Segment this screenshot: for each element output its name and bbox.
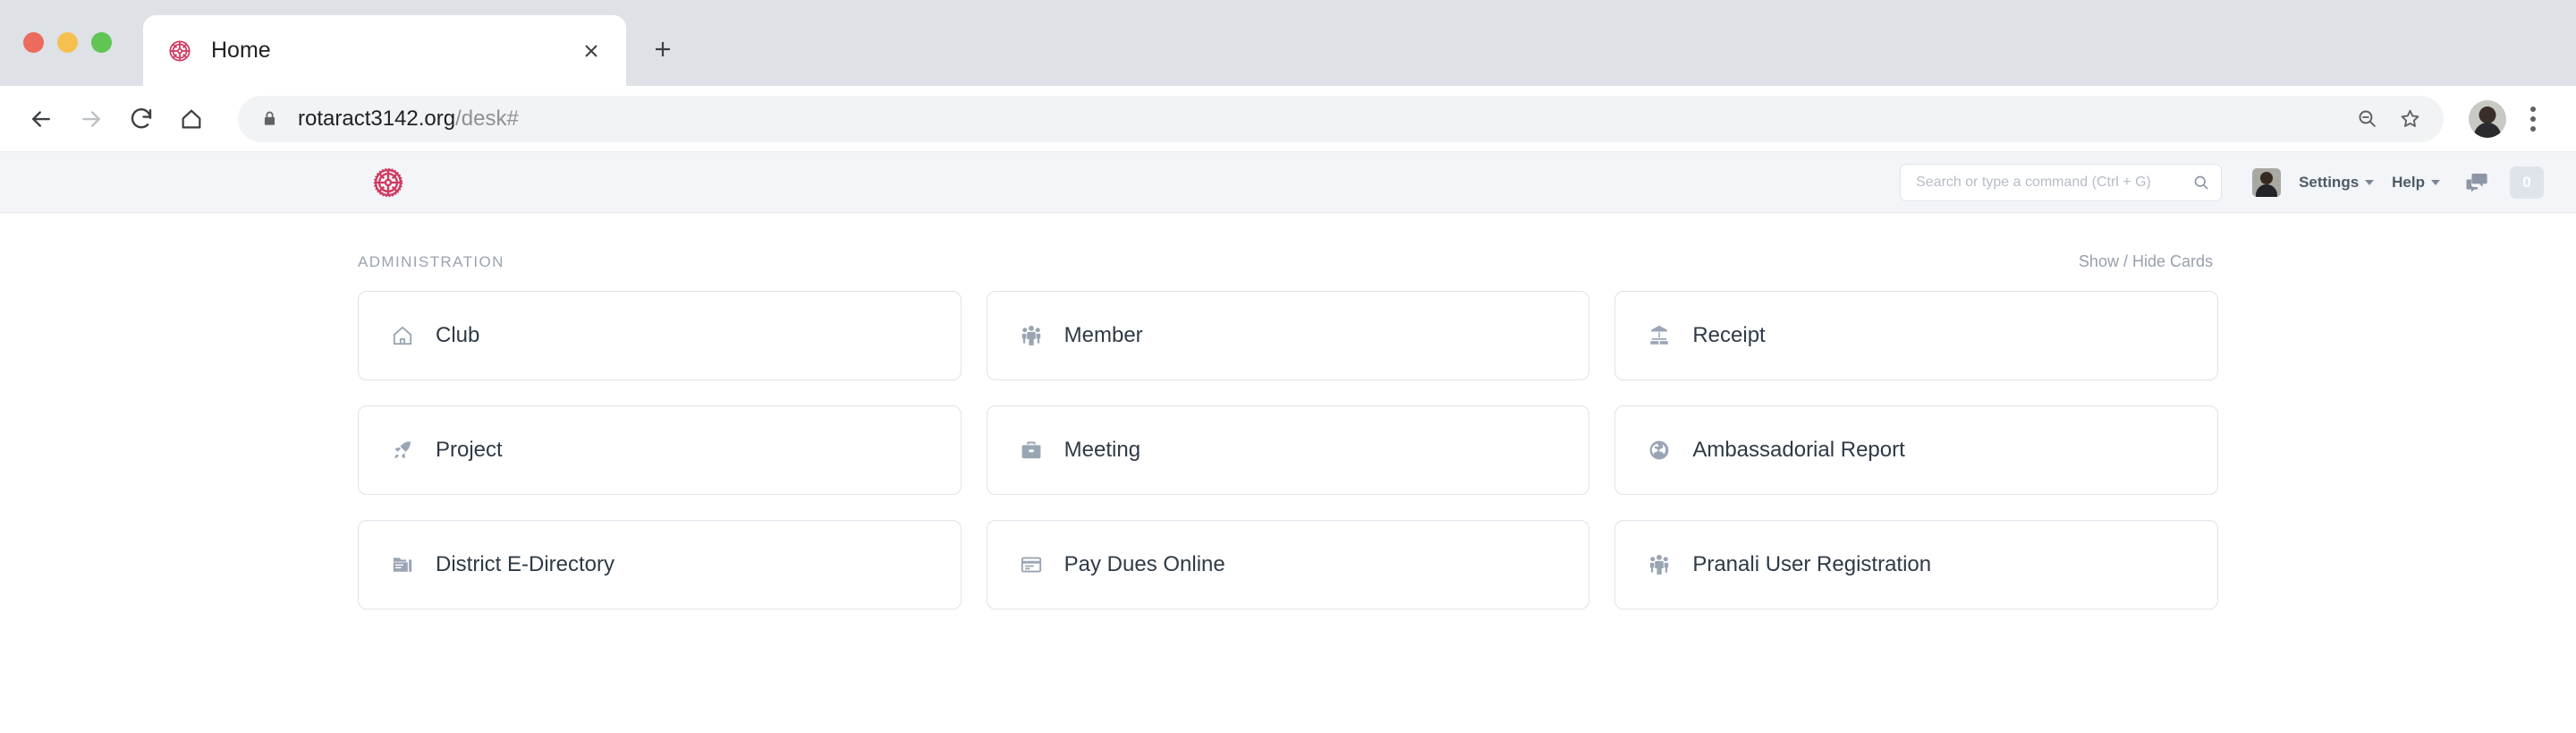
close-tab-icon[interactable] [576,36,606,66]
url-domain: rotaract3142.org [298,106,456,131]
chevron-down-icon [2431,179,2440,185]
people-group-icon [1646,551,1673,578]
app-header: Settings Help 0 [0,152,2576,213]
url-text: rotaract3142.org/desk# [298,107,2345,132]
maximize-window-button[interactable] [91,32,112,53]
folder-icon [389,551,416,578]
search-input[interactable] [1916,174,2193,191]
card-member[interactable]: Member [986,291,1590,380]
rotary-wheel-icon [166,38,193,64]
card-label: Member [1063,323,1143,347]
bank-building-icon [1646,322,1673,349]
browser-menu-icon[interactable] [2513,96,2553,142]
new-tab-button[interactable] [646,32,680,66]
card-club[interactable]: Club [358,291,962,380]
page-content: ADMINISTRATION Show / Hide Cards Club Me… [358,213,2218,609]
help-label: Help [2392,173,2425,191]
cards-grid: Club Member Receipt Project Meeting Amba… [358,291,2218,609]
star-icon[interactable] [2388,98,2431,141]
card-pay-dues-online[interactable]: Pay Dues Online [986,520,1590,609]
avatar-head [2260,171,2274,184]
avatar-head [2479,106,2496,124]
user-avatar[interactable] [2252,167,2282,197]
globe-icon [1646,437,1673,464]
card-label: Receipt [1692,323,1766,347]
chevron-down-icon [2365,179,2375,185]
app-header-right: Settings Help 0 [1900,163,2544,201]
card-label: Club [436,323,480,347]
lock-icon [261,110,278,127]
tab-title: Home [211,38,271,63]
card-ambassadorial-report[interactable]: Ambassadorial Report [1614,405,2218,495]
card-receipt[interactable]: Receipt [1614,291,2218,380]
home-icon[interactable] [166,94,216,144]
chat-bubbles-icon[interactable] [2465,171,2488,194]
section-title: ADMINISTRATION [358,253,504,270]
card-label: Ambassadorial Report [1692,438,1905,462]
card-district-e-directory[interactable]: District E-Directory [358,520,962,609]
home-outline-icon [389,322,416,349]
settings-label: Settings [2299,173,2360,191]
search-icon[interactable] [2192,174,2210,192]
card-label: Meeting [1063,438,1141,462]
minimize-window-button[interactable] [57,32,78,53]
settings-menu[interactable]: Settings [2299,173,2375,192]
notification-count-badge[interactable]: 0 [2510,166,2544,199]
menu-dot [2530,106,2536,112]
close-window-button[interactable] [23,32,44,53]
back-arrow-icon[interactable] [16,94,66,144]
card-meeting[interactable]: Meeting [986,405,1590,495]
reload-icon[interactable] [116,94,166,144]
section-header: ADMINISTRATION Show / Hide Cards [358,252,2218,271]
forward-arrow-icon[interactable] [66,94,116,144]
desk-page: ADMINISTRATION Show / Hide Cards Club Me… [0,213,2576,732]
card-label: Pranali User Registration [1692,552,1932,576]
briefcase-icon [1018,437,1045,464]
avatar-body [2474,122,2501,138]
rotary-wheel-logo[interactable] [371,166,405,200]
avatar-body [2256,183,2278,197]
card-pranali-user-registration[interactable]: Pranali User Registration [1614,520,2218,609]
rocket-icon [389,437,416,464]
url-path: /desk# [455,106,519,131]
browser-tab[interactable]: Home [143,15,626,86]
menu-dot [2530,115,2536,122]
card-project[interactable]: Project [358,405,962,495]
address-bar[interactable]: rotaract3142.org/desk# [238,95,2444,142]
browser-chrome: Home [0,0,2576,86]
card-label: District E-Directory [436,552,615,576]
menu-dot [2530,125,2536,132]
show-hide-cards-link[interactable]: Show / Hide Cards [2079,252,2213,271]
credit-card-icon [1018,551,1045,578]
people-group-icon [1018,322,1045,349]
search-box[interactable] [1900,163,2223,201]
card-label: Pay Dues Online [1063,552,1225,576]
browser-toolbar: rotaract3142.org/desk# [0,86,2576,152]
card-label: Project [436,438,503,462]
help-menu[interactable]: Help [2392,174,2440,192]
zoom-out-icon[interactable] [2345,98,2388,141]
browser-profile-avatar[interactable] [2469,99,2506,138]
window-traffic-lights [23,32,112,53]
